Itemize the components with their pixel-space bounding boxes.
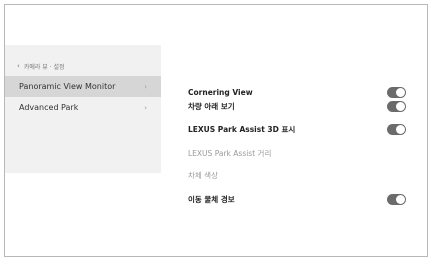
setting-moving-object-alert[interactable]: 이동 물체 경보 <box>188 188 406 210</box>
moving-object-alert-toggle[interactable] <box>387 193 406 205</box>
chevron-right-icon: › <box>144 103 147 112</box>
setting-label: LEXUS Park Assist 3D 표시 <box>188 124 296 134</box>
back-button[interactable]: ‹ 카메라 뷰 · 설정 <box>17 60 65 72</box>
setting-park-assist-3d[interactable]: LEXUS Park Assist 3D 표시 <box>188 118 406 140</box>
sidebar-item-panoramic-view-monitor[interactable]: Panoramic View Monitor › <box>5 76 161 97</box>
toggle-knob <box>396 124 405 134</box>
back-label: 카메라 뷰 · 설정 <box>23 63 65 71</box>
setting-label: 차체 색상 <box>188 170 218 180</box>
toggle-knob <box>396 194 405 204</box>
setting-label: LEXUS Park Assist 거리 <box>188 148 272 158</box>
setting-underbody-view[interactable]: 차량 아래 보기 <box>188 95 406 117</box>
sidebar-item-label: Advanced Park <box>19 103 79 112</box>
chevron-left-icon: ‹ <box>17 62 20 70</box>
setting-body-color[interactable]: 차체 색상 <box>188 164 406 186</box>
setting-label: 차량 아래 보기 <box>188 101 235 111</box>
chevron-right-icon: › <box>144 82 147 91</box>
park-assist-3d-toggle[interactable] <box>387 123 406 135</box>
toggle-knob <box>396 101 405 111</box>
setting-label: 이동 물체 경보 <box>188 194 235 204</box>
sidebar-item-label: Panoramic View Monitor <box>19 82 116 91</box>
setting-park-assist-distance[interactable]: LEXUS Park Assist 거리 <box>188 142 406 164</box>
underbody-view-toggle[interactable] <box>387 100 406 112</box>
sidebar-item-advanced-park[interactable]: Advanced Park › <box>5 97 161 118</box>
